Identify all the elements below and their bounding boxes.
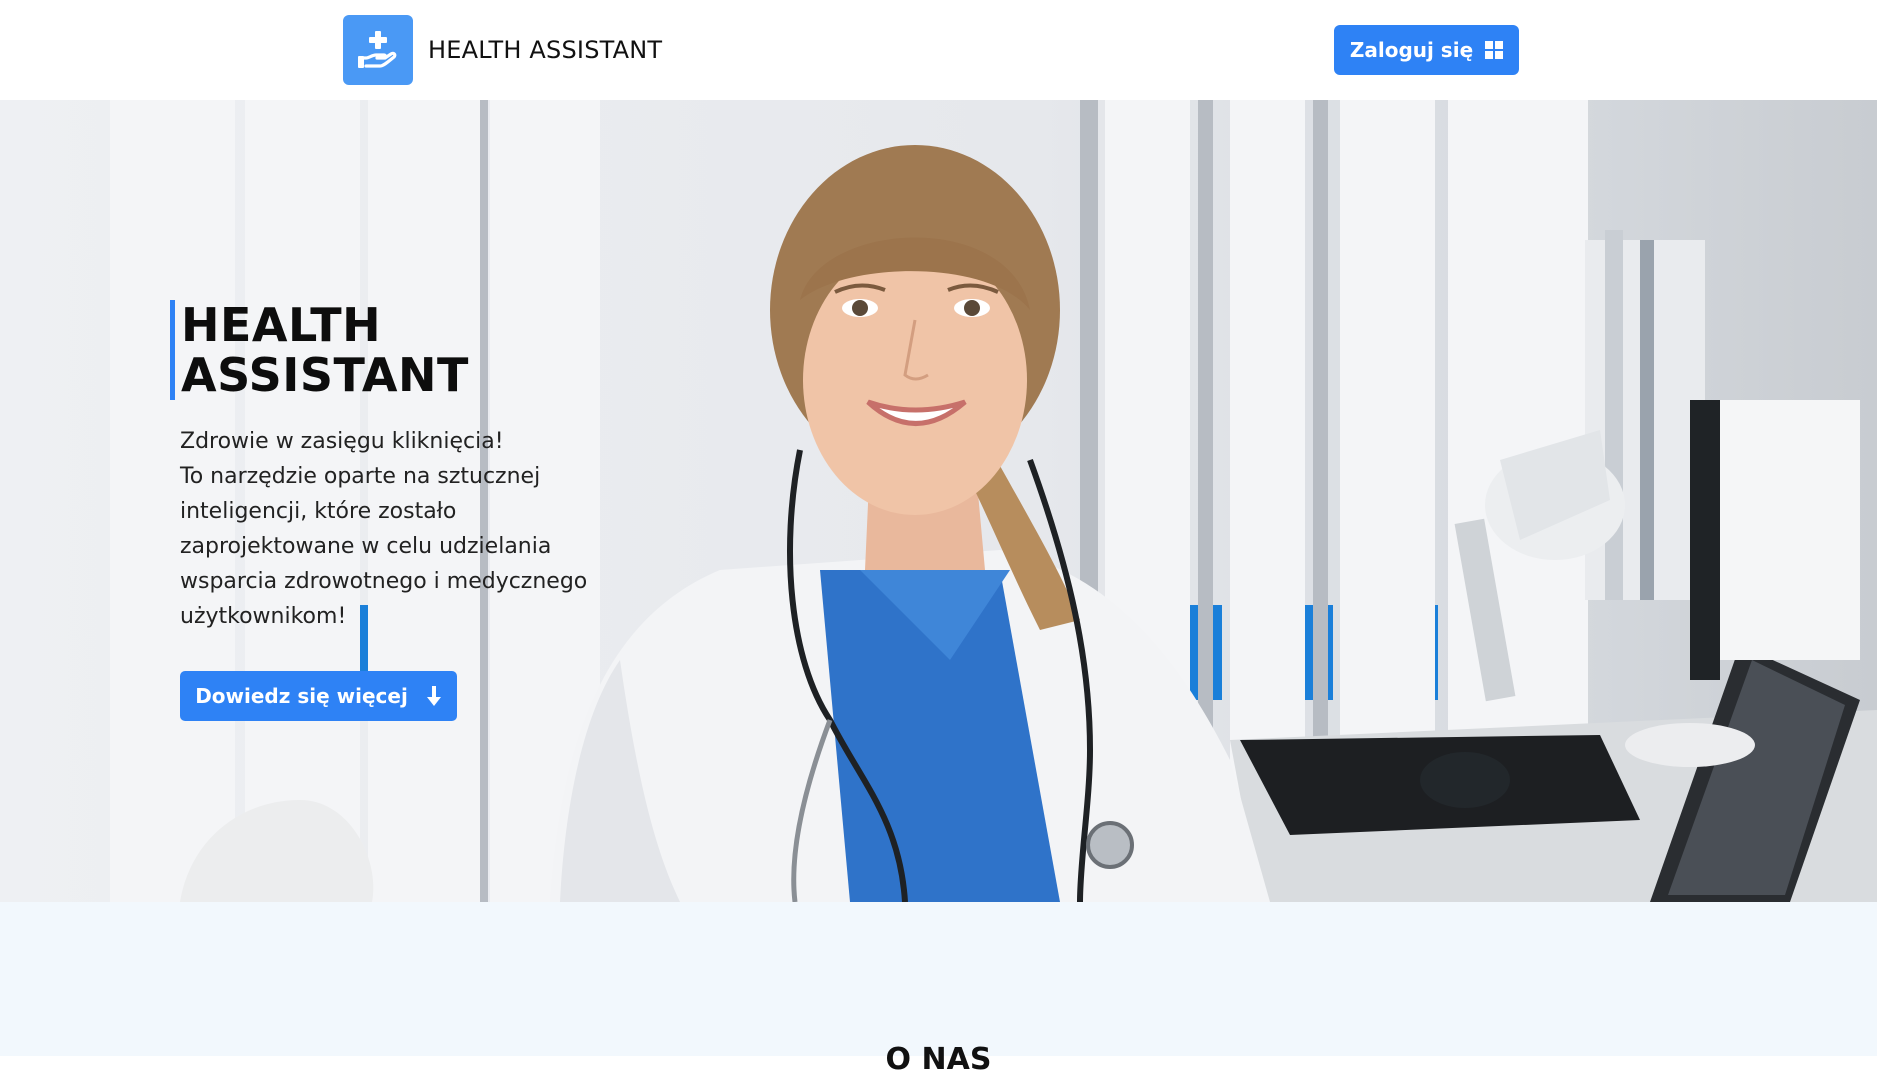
- logo-text: HEALTH ASSISTANT: [428, 36, 663, 64]
- hero-title-line: HEALTH: [181, 298, 382, 352]
- hero-description-line: inteligencji, które zostało: [180, 499, 457, 524]
- hero-title: HEALTH ASSISTANT: [170, 300, 610, 400]
- hero-section: HEALTH ASSISTANT Zdrowie w zasięgu klikn…: [0, 100, 1877, 902]
- hero-title-line: ASSISTANT: [181, 348, 469, 402]
- hero-description-line: Zdrowie w zasięgu kliknięcia!: [180, 429, 504, 454]
- top-navbar: HEALTH ASSISTANT Zaloguj się: [0, 0, 1877, 100]
- login-button-label: Zaloguj się: [1349, 38, 1474, 62]
- login-button[interactable]: Zaloguj się: [1334, 25, 1519, 75]
- hero-description-line: To narzędzie oparte na sztucznej: [180, 464, 541, 489]
- about-section: O NAS: [0, 902, 1877, 1077]
- hand-plus-icon: [343, 15, 413, 85]
- learn-more-label: Dowiedz się więcej: [195, 684, 408, 708]
- hero-description-line: zaprojektowane w celu udzielania: [180, 534, 552, 559]
- hero-description: Zdrowie w zasięgu kliknięcia! To narzędz…: [180, 424, 610, 634]
- hero-description-line: wsparcia zdrowotnego i medycznego: [180, 569, 588, 594]
- logo-link[interactable]: HEALTH ASSISTANT: [343, 15, 662, 85]
- windows-icon: [1485, 41, 1504, 59]
- arrow-down-icon: [426, 686, 441, 706]
- hero-content: HEALTH ASSISTANT Zdrowie w zasięgu klikn…: [170, 300, 610, 634]
- learn-more-button[interactable]: Dowiedz się więcej: [180, 671, 457, 721]
- hero-description-line: użytkownikom!: [180, 604, 347, 629]
- about-title: O NAS: [885, 1042, 992, 1077]
